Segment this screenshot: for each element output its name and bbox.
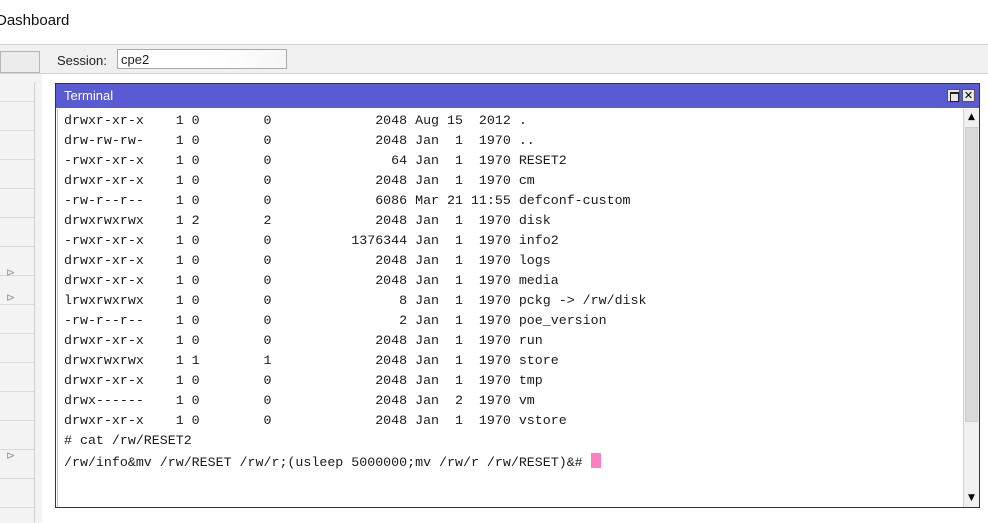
terminal-line: drwx------ 1 0 0 2048 Jan 2 1970 vm xyxy=(64,393,535,408)
terminal-line: drwxr-xr-x 1 0 0 2048 Aug 15 2012 . xyxy=(64,113,527,128)
terminal-title: Terminal xyxy=(64,88,114,103)
terminal-window[interactable]: Terminal ✕ drwxr-xr-x 1 0 0 2048 Aug 15 … xyxy=(55,83,980,508)
row-marker-icon: ⊳ xyxy=(6,292,16,304)
maximize-icon[interactable] xyxy=(947,89,960,102)
scrollbar-thumb[interactable] xyxy=(965,127,978,422)
terminal-line: drwxrwxrwx 1 1 1 2048 Jan 1 1970 store xyxy=(64,353,559,368)
terminal-line: drwxr-xr-x 1 0 0 2048 Jan 1 1970 run xyxy=(64,333,543,348)
vertical-scrollbar[interactable]: ▲ ▼ xyxy=(963,109,979,507)
terminal-line: drw-rw-rw- 1 0 0 2048 Jan 1 1970 .. xyxy=(64,133,535,148)
terminal-line: -rwxr-xr-x 1 0 0 1376344 Jan 1 1970 info… xyxy=(64,233,559,248)
terminal-line: drwxr-xr-x 1 0 0 2048 Jan 1 1970 logs xyxy=(64,253,551,268)
terminal-line: drwxr-xr-x 1 0 0 2048 Jan 1 1970 vstore xyxy=(64,413,567,428)
terminal-cursor xyxy=(590,453,601,468)
terminal-line: drwxr-xr-x 1 0 0 2048 Jan 1 1970 cm xyxy=(64,173,535,188)
prompt-text: /rw/info&mv /rw/RESET /rw/r;(usleep 5000… xyxy=(64,455,591,470)
terminal-line: # cat /rw/RESET2 xyxy=(64,433,192,448)
toolbar-button[interactable] xyxy=(0,51,40,73)
terminal-titlebar[interactable]: Terminal ✕ xyxy=(56,84,979,108)
terminal-line: -rw-r--r-- 1 0 0 6086 Mar 21 11:55 defco… xyxy=(64,193,631,208)
terminal-output[interactable]: drwxr-xr-x 1 0 0 2048 Aug 15 2012 . drw-… xyxy=(57,109,961,507)
terminal-line: lrwxrwxrwx 1 0 0 8 Jan 1 1970 pckg -> /r… xyxy=(64,293,647,308)
triangle-up-icon[interactable]: ▲ xyxy=(964,109,979,125)
row-marker-icon: ⊳ xyxy=(6,450,16,462)
session-input[interactable]: cpe2 xyxy=(117,49,287,69)
session-label: Session: xyxy=(57,53,107,68)
close-icon[interactable]: ✕ xyxy=(962,89,975,102)
terminal-line: drwxr-xr-x 1 0 0 2048 Jan 1 1970 media xyxy=(64,273,559,288)
terminal-line: drwxr-xr-x 1 0 0 2048 Jan 1 1970 tmp xyxy=(64,373,543,388)
app-title: Dashboard xyxy=(0,12,70,29)
terminal-prompt-line[interactable]: /rw/info&mv /rw/RESET /rw/r;(usleep 5000… xyxy=(64,453,601,473)
session-toolbar: Session: cpe2 xyxy=(0,44,988,74)
divider xyxy=(34,82,35,523)
triangle-down-icon[interactable]: ▼ xyxy=(964,490,979,506)
terminal-line: drwxrwxrwx 1 2 2 2048 Jan 1 1970 disk xyxy=(64,213,551,228)
terminal-line: -rw-r--r-- 1 0 0 2 Jan 1 1970 poe_versio… xyxy=(64,313,607,328)
row-marker-icon: ⊳ xyxy=(6,267,16,279)
terminal-line: -rwxr-xr-x 1 0 0 64 Jan 1 1970 RESET2 xyxy=(64,153,567,168)
sidebar-list: ⊳ ⊳ ⊳ xyxy=(0,44,42,523)
